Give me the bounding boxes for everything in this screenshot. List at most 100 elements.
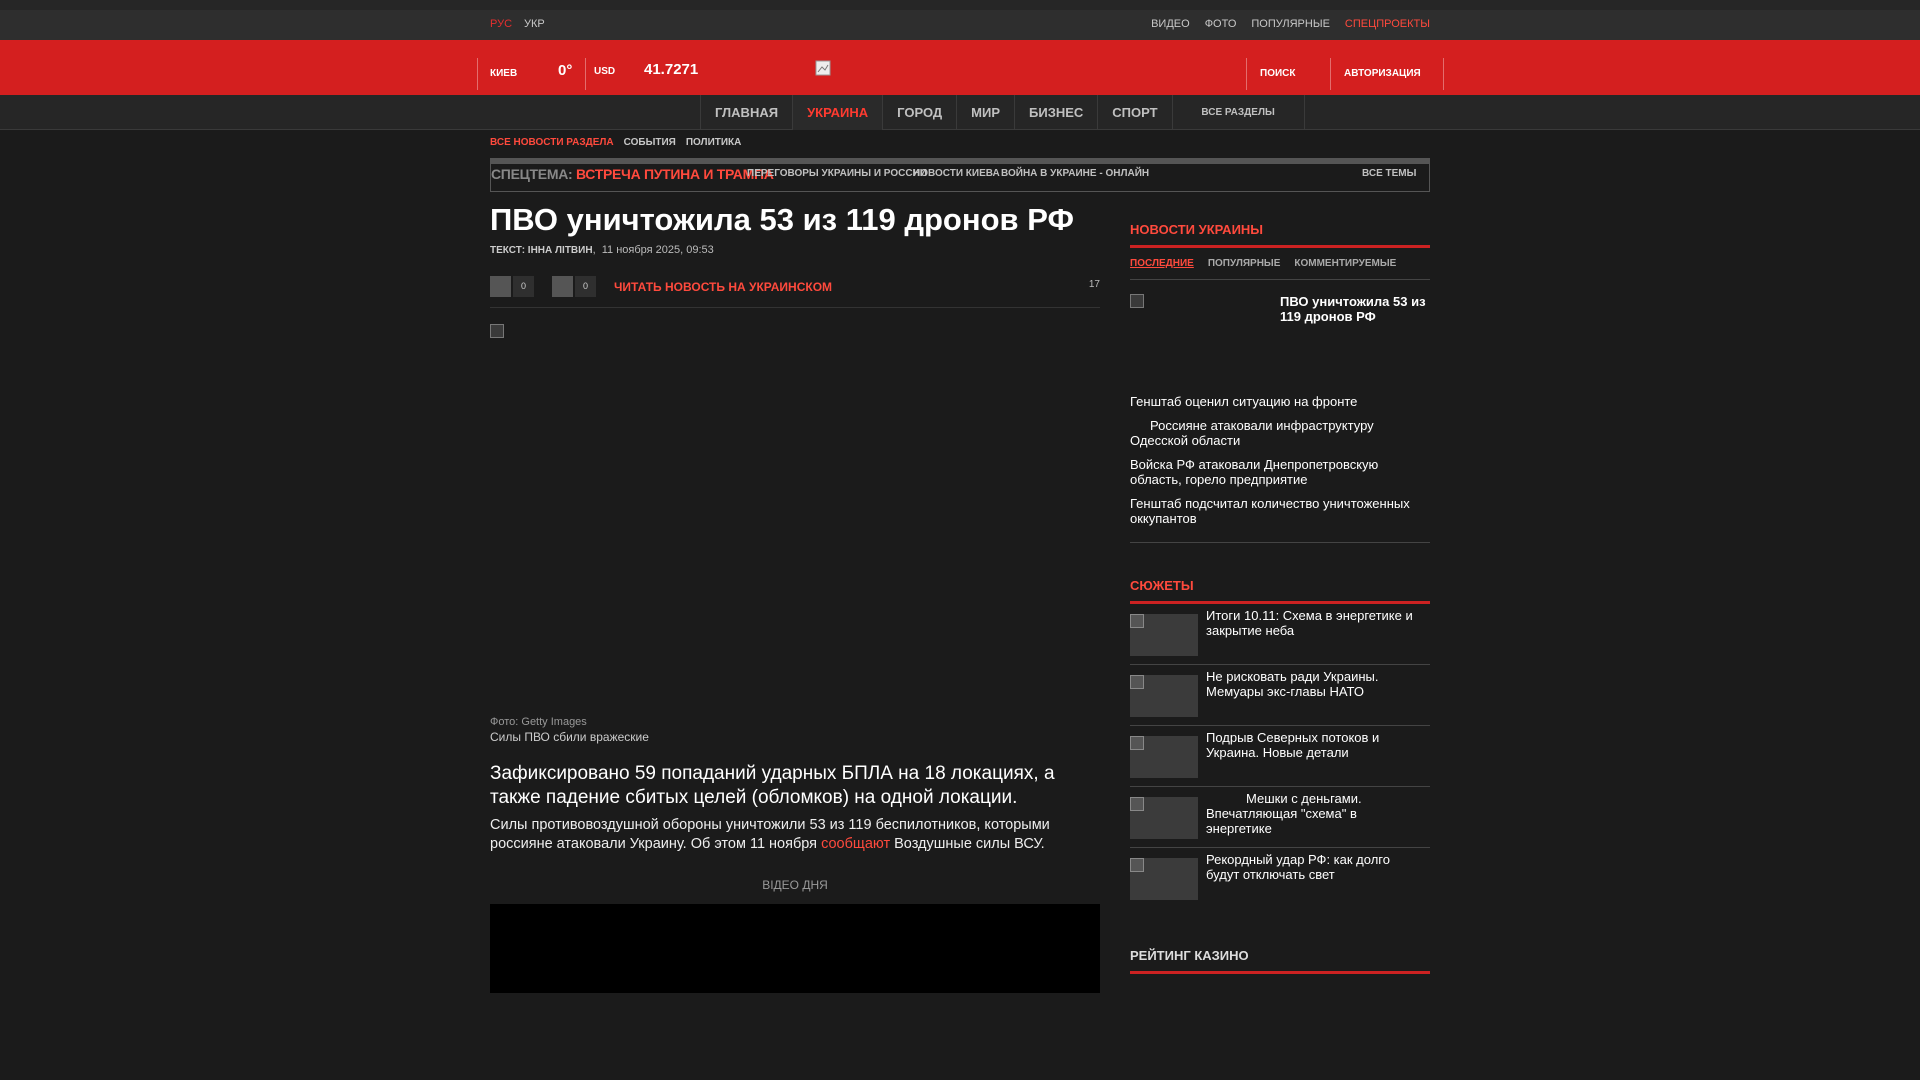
share-count: 0 — [513, 276, 534, 297]
article-main-image[interactable] — [490, 324, 1100, 714]
temperature: 0° — [558, 62, 573, 79]
share-telegram[interactable]: 0 — [552, 276, 596, 297]
nav-item-world[interactable]: МИР — [956, 95, 1014, 130]
top-link-photo[interactable]: ФОТО — [1205, 18, 1237, 30]
subnav-all-news[interactable]: ВСЕ НОВОСТИ РАЗДЕЛА — [490, 137, 614, 148]
language-switcher: РУС УКР — [490, 18, 545, 30]
broken-image-icon — [1130, 736, 1144, 750]
read-in-ukrainian-link[interactable]: ЧИТАТЬ НОВОСТЬ НА УКРАИНСКОМ — [614, 280, 832, 294]
video-player[interactable] — [490, 904, 1100, 993]
featured-news-title[interactable]: ПВО уничтожила 53 из 119 дронов РФ — [1280, 294, 1430, 324]
story-item[interactable]: Не рисковать ради Украины. Мемуары экс-г… — [1130, 665, 1430, 726]
nav-item-city[interactable]: ГОРОД — [882, 95, 956, 130]
story-title[interactable]: Подрыв Северных потоков и Украина. Новые… — [1206, 730, 1426, 760]
story-title[interactable]: Рекордный удар РФ: как долго будут отклю… — [1206, 852, 1426, 882]
auth-button[interactable]: АВТОРИЗАЦИЯ — [1330, 58, 1444, 90]
article-meta: ТЕКСТ: ІННА ЛІТВИН, 11 ноября 2025, 09:5… — [490, 244, 714, 256]
top-link-specprojects[interactable]: СПЕЦПРОЕКТЫ — [1345, 18, 1430, 30]
stories-title[interactable]: СЮЖЕТЫ — [1130, 578, 1430, 593]
article: ПВО уничтожила 53 из 119 дронов РФ ТЕКСТ… — [490, 200, 1100, 993]
spectheme-box: СПЕЦТЕМА: ВСТРЕЧА ПУТИНА И ТРАМПА ПЕРЕГО… — [490, 164, 1430, 192]
view-count: 17 — [1088, 279, 1100, 290]
article-lead: Зафиксировано 59 попаданий ударных БПЛА … — [490, 763, 1055, 808]
broken-image-icon — [490, 324, 504, 338]
article-date: 11 ноября 2025, 09:53 — [601, 244, 714, 256]
source-link[interactable]: сообщают — [821, 836, 890, 852]
divider — [1130, 245, 1430, 248]
share-facebook[interactable]: 0 — [490, 276, 534, 297]
story-item[interactable]: Итоги 10.11: Схема в энергетике и закрыт… — [1130, 604, 1430, 665]
logo-icon[interactable] — [815, 60, 831, 76]
sidebar-news: НОВОСТИ УКРАИНЫ ПОСЛЕДНИЕ ПОПУЛЯРНЫЕ КОМ… — [1130, 222, 1430, 543]
telegram-icon — [552, 276, 573, 297]
sidebar-title[interactable]: НОВОСТИ УКРАИНЫ — [1130, 222, 1430, 237]
tab-commented[interactable]: КОММЕНТИРУЕМЫЕ — [1294, 258, 1396, 269]
story-title[interactable]: Не рисковать ради Украины. Мемуары экс-г… — [1206, 669, 1426, 699]
top-bar — [0, 10, 1920, 40]
list-item[interactable]: Россияне атаковали инфраструктуру Одесск… — [1130, 418, 1430, 448]
list-item[interactable]: Генштаб подсчитал количество уничтоженны… — [1130, 496, 1430, 526]
story-item[interactable]: Мешки с деньгами. Впечатляющая "схема" в… — [1130, 787, 1430, 848]
news-list: Генштаб оценил ситуацию на фронте Россия… — [1130, 394, 1430, 526]
lang-ukr[interactable]: УКР — [524, 18, 545, 30]
weather-widget[interactable]: КИЕВ 0° — [477, 58, 585, 90]
nav-item-main[interactable]: ГЛАВНАЯ — [700, 95, 792, 130]
currency-value: 41.7271 — [644, 61, 699, 78]
casino-title[interactable]: РЕЙТИНГ КАЗИНО — [1130, 948, 1430, 963]
city-label: КИЕВ — [490, 68, 518, 79]
article-title: ПВО уничтожила 53 из 119 дронов РФ — [490, 202, 1074, 237]
sidebar-tabs: ПОСЛЕДНИЕ ПОПУЛЯРНЫЕ КОММЕНТИРУЕМЫЕ — [1130, 258, 1430, 269]
nav-item-business[interactable]: БИЗНЕС — [1014, 95, 1097, 130]
nav-item-ukraine[interactable]: УКРАИНА — [792, 95, 883, 130]
top-links: ВИДЕО ФОТО ПОПУЛЯРНЫЕ СПЕЦПРОЕКТЫ — [1151, 18, 1430, 30]
currency-widget[interactable]: USD 41.7271 — [585, 58, 699, 90]
search-button[interactable]: ПОИСК — [1246, 58, 1330, 90]
top-strip — [0, 0, 1920, 10]
stories-block: СЮЖЕТЫ Итоги 10.11: Схема в энергетике и… — [1130, 578, 1430, 909]
photo-credit: Фото: Getty Images — [490, 716, 587, 728]
divider — [1130, 971, 1430, 974]
story-title[interactable]: Мешки с деньгами. Впечатляющая "схема" в… — [1206, 791, 1426, 836]
spectheme-link[interactable]: ПЕРЕГОВОРЫ УКРАИНЫ И РОССИИ — [747, 168, 927, 179]
subnav-politics[interactable]: ПОЛИТИКА — [686, 137, 742, 148]
header-bar: КИЕВ 0° USD 41.7271 ПОИСК АВТОРИЗАЦИЯ — [0, 40, 1920, 95]
spectheme-label-text: СПЕЦТЕМА: — [491, 166, 573, 182]
broken-image-icon — [1130, 614, 1144, 628]
story-thumbnail — [1130, 797, 1198, 839]
divider — [1130, 279, 1430, 280]
currency-label: USD — [594, 66, 616, 77]
nav-item-all-sections[interactable]: ВСЕ РАЗДЕЛЫ — [1171, 95, 1305, 130]
facebook-icon — [490, 276, 511, 297]
section-subnav: ВСЕ НОВОСТИ РАЗДЕЛА СОБЫТИЯ ПОЛИТИКА — [490, 137, 741, 148]
list-item[interactable]: Войска РФ атаковали Днепропетровскую обл… — [1130, 457, 1430, 487]
story-title[interactable]: Итоги 10.11: Схема в энергетике и закрыт… — [1206, 608, 1426, 638]
lang-rus[interactable]: РУС — [490, 18, 512, 30]
broken-image-icon — [1130, 858, 1144, 872]
subnav-events[interactable]: СОБЫТИЯ — [624, 137, 676, 148]
story-item[interactable]: Подрыв Северных потоков и Украина. Новые… — [1130, 726, 1430, 787]
story-thumbnail — [1130, 736, 1198, 778]
article-body: Силы противовоздушной обороны уничтожили… — [490, 816, 1100, 854]
article-author[interactable]: ТЕКСТ: ІННА ЛІТВИН — [490, 245, 593, 256]
divider — [1130, 542, 1430, 543]
search-label: ПОИСК — [1260, 68, 1296, 79]
story-thumbnail — [1130, 614, 1198, 656]
spectheme-link[interactable]: НОВОСТИ КИЕВА — [913, 168, 1000, 179]
auth-label: АВТОРИЗАЦИЯ — [1344, 68, 1421, 79]
tab-latest[interactable]: ПОСЛЕДНИЕ — [1130, 258, 1194, 269]
spectheme-label: СПЕЦТЕМА: ВСТРЕЧА ПУТИНА И ТРАМПА — [491, 166, 774, 182]
casino-rating: РЕЙТИНГ КАЗИНО — [1130, 948, 1430, 974]
top-link-popular[interactable]: ПОПУЛЯРНЫЕ — [1251, 18, 1330, 30]
spectheme-all-link[interactable]: ВСЕ ТЕМЫ — [1362, 168, 1416, 179]
list-item[interactable]: Генштаб оценил ситуацию на фронте — [1130, 394, 1430, 409]
broken-image-icon — [1130, 294, 1144, 308]
tab-popular[interactable]: ПОПУЛЯРНЫЕ — [1208, 258, 1281, 269]
featured-news[interactable]: ПВО уничтожила 53 из 119 дронов РФ — [1130, 288, 1430, 394]
story-item[interactable]: Рекордный удар РФ: как долго будут отклю… — [1130, 848, 1430, 909]
nav-item-sport[interactable]: СПОРТ — [1097, 95, 1171, 130]
spectheme-link[interactable]: ВОЙНА В УКРАИНЕ - ОНЛАЙН — [1001, 168, 1149, 179]
photo-caption: Силы ПВО сбили вражеские — [490, 730, 649, 744]
top-link-video[interactable]: ВИДЕО — [1151, 18, 1190, 30]
spectheme-main-link[interactable]: ВСТРЕЧА ПУТИНА И ТРАМПА — [576, 166, 774, 182]
broken-image-icon — [1130, 797, 1144, 811]
